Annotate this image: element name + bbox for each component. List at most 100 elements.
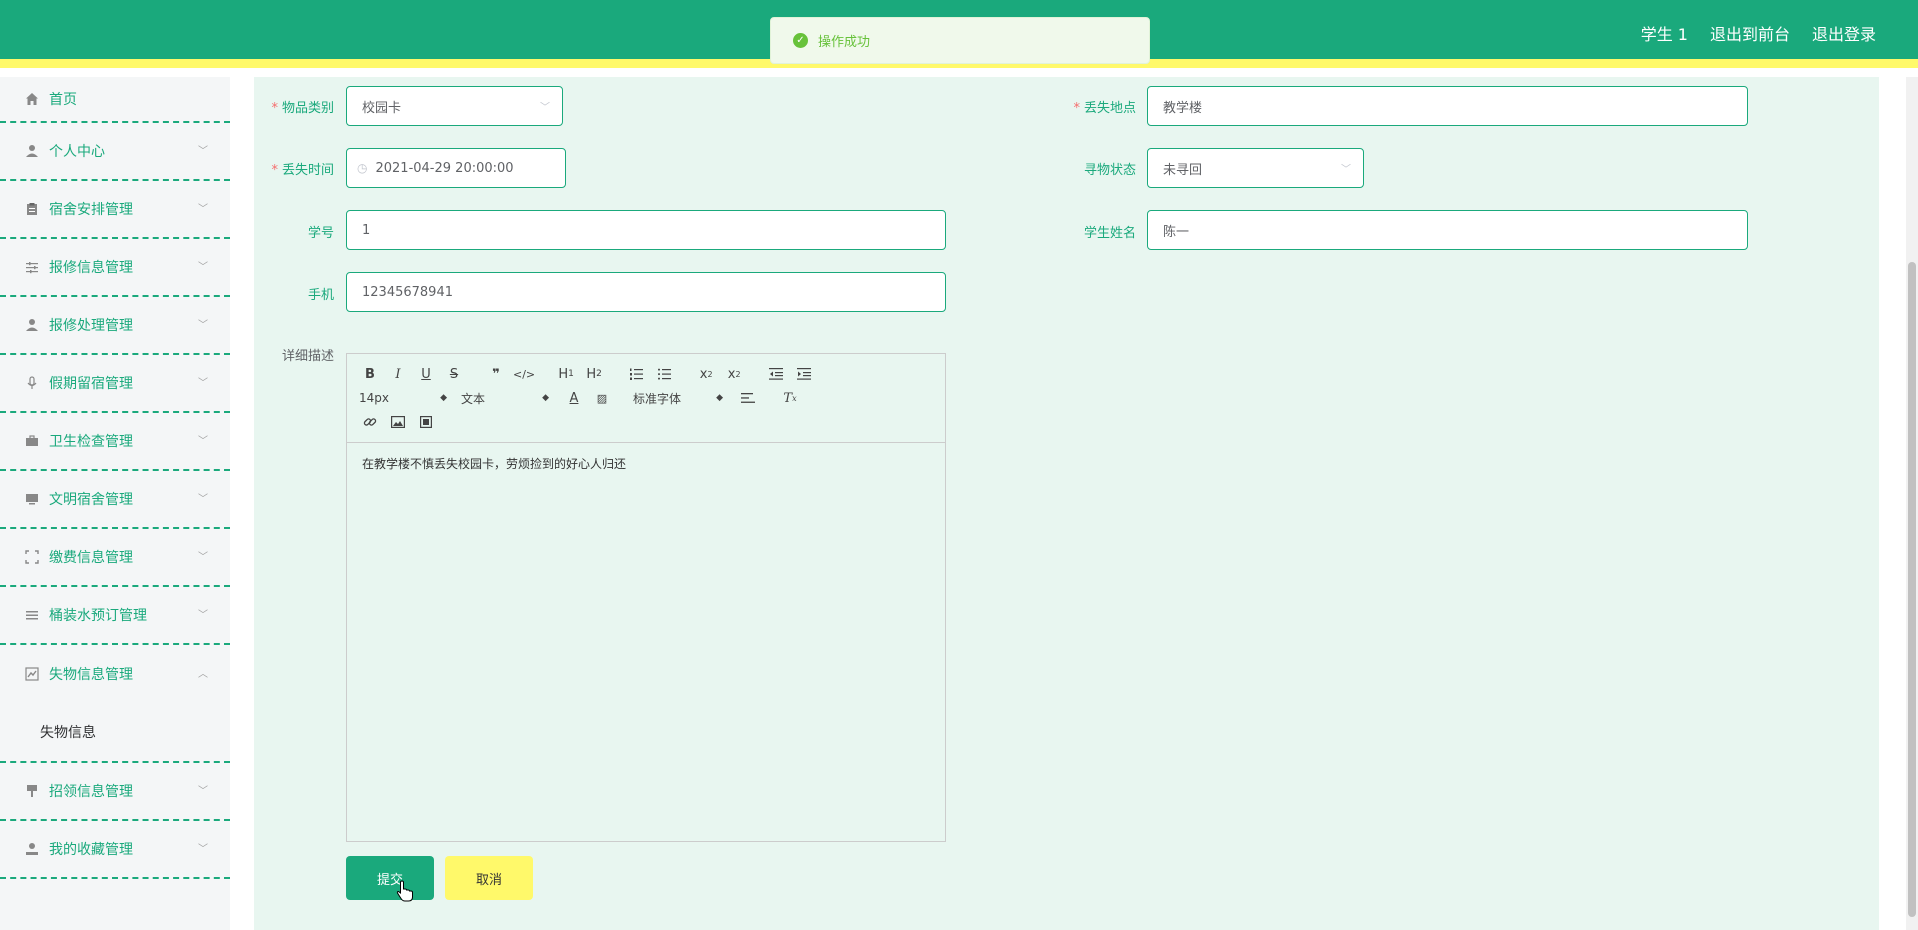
chevron-down-icon: ﹀ xyxy=(198,146,208,157)
strike-button[interactable]: S xyxy=(443,363,465,385)
font-size-picker[interactable]: 14px ◆ xyxy=(359,391,447,405)
scrollbar-thumb[interactable] xyxy=(1908,262,1916,917)
align-icon[interactable] xyxy=(737,387,759,409)
category-select-value: 校园卡 xyxy=(362,100,402,116)
header-format-picker[interactable]: 文本 ◆ xyxy=(461,390,549,407)
clipboard-icon xyxy=(24,201,40,217)
font-family-picker[interactable]: 标准字体 ◆ xyxy=(633,390,723,407)
sidebar-item-label: 报修信息管理 xyxy=(49,260,133,276)
toast-message: 操作成功 xyxy=(818,35,871,50)
user-icon xyxy=(24,317,40,333)
user-icon xyxy=(24,143,40,159)
location-label: * 丢失地点 xyxy=(1073,101,1136,116)
success-toast: ✓ 操作成功 xyxy=(770,17,1150,64)
paintbrush-icon xyxy=(24,783,40,799)
rich-text-editor: B I U S ❞ </> H1 H2 x2 x2 14px ◆ 文本 ◆ A … xyxy=(346,353,946,842)
sidebar-item-my-favorites[interactable]: 我的收藏管理 ﹀ xyxy=(0,821,230,879)
clear-format-icon[interactable]: Tx xyxy=(779,387,801,409)
subscript-button[interactable]: x2 xyxy=(695,363,717,385)
exit-to-frontend-link[interactable]: 退出到前台 xyxy=(1710,21,1790,45)
chevron-down-icon: ﹀ xyxy=(540,102,550,114)
chevron-down-icon: ﹀ xyxy=(198,204,208,215)
microphone-icon xyxy=(24,375,40,391)
chevron-down-icon: ﹀ xyxy=(198,262,208,273)
category-label: * 物品类别 xyxy=(271,101,334,116)
italic-button[interactable]: I xyxy=(387,363,409,385)
blockquote-icon[interactable]: ❞ xyxy=(485,363,507,385)
status-select[interactable]: 未寻回 ﹀ xyxy=(1147,148,1364,188)
superscript-button[interactable]: x2 xyxy=(723,363,745,385)
location-input[interactable]: 教学楼 xyxy=(1147,86,1748,126)
list-icon xyxy=(24,607,40,623)
sidebar-item-home[interactable]: 首页 xyxy=(0,77,230,123)
phone-input[interactable]: 12345678941 xyxy=(346,272,946,312)
editor-toolbar: B I U S ❞ </> H1 H2 x2 x2 14px ◆ 文本 ◆ A … xyxy=(347,354,945,443)
chevron-down-icon: ﹀ xyxy=(198,320,208,331)
sidebar-item-label: 个人中心 xyxy=(49,144,105,160)
lost-time-value: 2021-04-29 20:00:00 xyxy=(375,160,514,176)
code-icon[interactable]: </> xyxy=(513,363,535,385)
submit-button[interactable]: 提交 xyxy=(346,856,434,900)
status-select-value: 未寻回 xyxy=(1163,162,1203,178)
underline-button[interactable]: U xyxy=(415,363,437,385)
sidebar-item-repair-info[interactable]: 报修信息管理 ﹀ xyxy=(0,239,230,297)
chevron-down-icon: ﹀ xyxy=(198,552,208,563)
sidebar-item-water-order[interactable]: 桶装水预订管理 ﹀ xyxy=(0,587,230,645)
chevron-down-icon: ﹀ xyxy=(198,786,208,797)
sidebar-item-label: 我的收藏管理 xyxy=(49,842,133,858)
indent-icon[interactable] xyxy=(793,363,815,385)
editor-content[interactable]: 在教学楼不慎丢失校园卡，劳烦捡到的好心人归还 xyxy=(347,443,945,484)
phone-label: 手机 xyxy=(307,288,334,303)
hand-cursor-icon xyxy=(396,880,413,902)
chevron-down-icon: ﹀ xyxy=(198,436,208,447)
sidebar-item-dorm-arrangement[interactable]: 宿舍安排管理 ﹀ xyxy=(0,181,230,239)
sidebar-item-personal-center[interactable]: 个人中心 ﹀ xyxy=(0,123,230,181)
chart-icon xyxy=(24,666,40,682)
sidebar-item-label: 报修处理管理 xyxy=(49,318,133,334)
submenu-item-lost-info[interactable]: 失物信息 xyxy=(0,703,230,763)
sidebar-item-label: 桶装水预订管理 xyxy=(49,608,147,624)
sidebar-item-label: 失物信息管理 xyxy=(49,667,133,683)
student-name-label: 学生姓名 xyxy=(1083,226,1136,241)
image-icon[interactable] xyxy=(387,411,409,433)
sidebar-item-payment-info[interactable]: 缴费信息管理 ﹀ xyxy=(0,529,230,587)
sidebar-item-lost-items[interactable]: 失物信息管理 ︿ xyxy=(0,645,230,703)
outdent-icon[interactable] xyxy=(765,363,787,385)
sidebar-item-label: 卫生检查管理 xyxy=(49,434,133,450)
link-icon[interactable] xyxy=(359,411,381,433)
sidebar-item-civilized-dorm[interactable]: 文明宿舍管理 ﹀ xyxy=(0,471,230,529)
student-name-input[interactable]: 陈一 xyxy=(1147,210,1748,250)
briefcase-icon xyxy=(24,433,40,449)
lost-time-picker[interactable]: ◷ 2021-04-29 20:00:00 xyxy=(346,148,566,188)
chevron-down-icon: ﹀ xyxy=(198,494,208,505)
sidebar-item-label: 首页 xyxy=(49,92,77,108)
bullet-list-icon[interactable] xyxy=(653,363,675,385)
chevron-down-icon: ﹀ xyxy=(198,378,208,389)
chevron-down-icon: ﹀ xyxy=(198,844,208,855)
sliders-icon xyxy=(24,259,40,275)
sidebar-item-found-items[interactable]: 招领信息管理 ﹀ xyxy=(0,763,230,821)
font-color-icon[interactable]: A xyxy=(563,387,585,409)
category-select[interactable]: 校园卡 ﹀ xyxy=(346,86,563,126)
sidebar-item-label: 缴费信息管理 xyxy=(49,550,133,566)
logout-link[interactable]: 退出登录 xyxy=(1812,21,1876,45)
student-no-input[interactable]: 1 xyxy=(346,210,946,250)
sidebar-item-label: 招领信息管理 xyxy=(49,784,133,800)
ordered-list-icon[interactable] xyxy=(625,363,647,385)
sidebar-item-holiday-stay[interactable]: 假期留宿管理 ﹀ xyxy=(0,355,230,413)
h1-button[interactable]: H1 xyxy=(555,363,577,385)
background-color-icon[interactable]: ▨ xyxy=(591,387,613,409)
sidebar-item-label: 假期留宿管理 xyxy=(49,376,133,392)
cancel-button[interactable]: 取消 xyxy=(445,856,533,900)
user-star-icon xyxy=(24,841,40,857)
clock-icon: ◷ xyxy=(357,161,368,175)
chevron-down-icon: ﹀ xyxy=(198,610,208,621)
user-name-link[interactable]: 学生 1 xyxy=(1641,21,1688,45)
sidebar-item-hygiene-check[interactable]: 卫生检查管理 ﹀ xyxy=(0,413,230,471)
bold-button[interactable]: B xyxy=(359,363,381,385)
h2-button[interactable]: H2 xyxy=(583,363,605,385)
video-icon[interactable] xyxy=(415,411,437,433)
header-nav: 学生 1 退出到前台 退出登录 xyxy=(1641,0,1876,65)
sidebar-item-repair-handling[interactable]: 报修处理管理 ﹀ xyxy=(0,297,230,355)
sidebar-item-label: 文明宿舍管理 xyxy=(49,492,133,508)
